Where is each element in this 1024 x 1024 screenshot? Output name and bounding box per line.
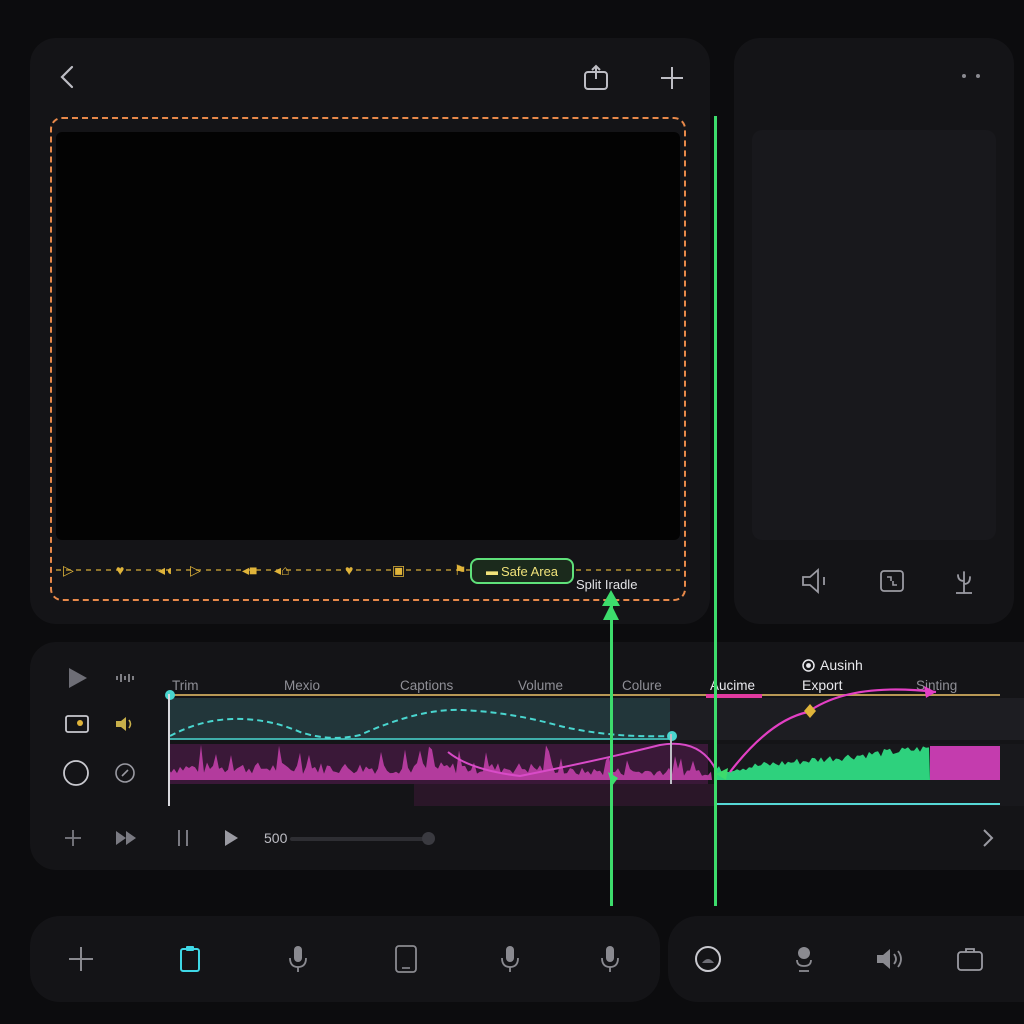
speaker-icon bbox=[802, 568, 825, 594]
track-label-captions[interactable]: Captions bbox=[400, 678, 453, 693]
video-clip[interactable] bbox=[168, 698, 670, 740]
export-button[interactable] bbox=[952, 940, 988, 978]
microphone-icon bbox=[796, 947, 812, 972]
more-button[interactable] bbox=[956, 66, 986, 86]
plus-icon bbox=[661, 67, 683, 89]
plus-icon bbox=[69, 947, 93, 971]
briefcase-icon bbox=[957, 948, 983, 971]
voice-effects-button[interactable] bbox=[788, 940, 820, 978]
audio-record-button[interactable] bbox=[594, 940, 626, 978]
play-icon bbox=[69, 668, 87, 688]
play-icon bbox=[225, 830, 238, 846]
chevron-left-icon bbox=[60, 65, 74, 89]
autotrim-label: Ausinh bbox=[820, 657, 863, 673]
flag-icon: ▬ bbox=[485, 564, 498, 578]
scrubber-track[interactable] bbox=[290, 837, 434, 841]
next-button[interactable] bbox=[976, 824, 1000, 852]
track-label-trim[interactable]: Trim bbox=[172, 678, 199, 693]
chevron-right-icon bbox=[983, 829, 994, 847]
device-button[interactable] bbox=[390, 940, 422, 978]
export-option[interactable]: Export bbox=[802, 677, 842, 693]
stickers-button[interactable] bbox=[690, 940, 726, 978]
autotrim-option[interactable]: Ausinh bbox=[802, 657, 863, 673]
audio-clip[interactable] bbox=[168, 744, 708, 784]
safe-area-toggle[interactable]: ▬ Safe Area bbox=[470, 558, 574, 584]
speaker-marker-icon[interactable]: ◂◖ bbox=[158, 561, 173, 579]
track-label-media[interactable]: Mexio bbox=[284, 678, 320, 693]
voiceover-button[interactable] bbox=[282, 940, 314, 978]
tablet-icon bbox=[395, 945, 417, 973]
split-handle-label: Split Iradle bbox=[576, 577, 638, 592]
microphone-icon bbox=[601, 946, 619, 972]
back-button[interactable] bbox=[52, 62, 82, 92]
add-button[interactable] bbox=[656, 62, 688, 94]
track-baseline bbox=[716, 803, 1000, 805]
bell-marker-icon[interactable]: ◂⌂ bbox=[274, 561, 289, 579]
bottom-add-button[interactable] bbox=[64, 942, 98, 976]
track-label-volume[interactable]: Volume bbox=[518, 678, 563, 693]
speaker-icon bbox=[877, 949, 902, 969]
speaker-icon bbox=[116, 717, 132, 731]
share-icon bbox=[584, 64, 608, 90]
flag-marker-icon[interactable]: ⚑ bbox=[454, 561, 467, 579]
speaker-marker-icon[interactable]: ◂■ bbox=[242, 561, 257, 579]
record-button[interactable] bbox=[58, 756, 94, 790]
play-button[interactable] bbox=[60, 662, 94, 694]
sound-button[interactable] bbox=[872, 940, 908, 978]
sticker-icon bbox=[695, 946, 721, 972]
volume-button[interactable] bbox=[110, 710, 140, 738]
trim-end-line[interactable] bbox=[670, 734, 672, 784]
play-marker-icon[interactable]: ▷ bbox=[63, 561, 74, 579]
waveform-icon bbox=[116, 674, 134, 682]
audio-clip-fade bbox=[414, 784, 714, 806]
timecode: 500 bbox=[264, 830, 288, 846]
microphone-icon bbox=[289, 946, 307, 972]
bottom-toolbar bbox=[30, 916, 660, 1002]
fast-forward-icon bbox=[116, 831, 136, 845]
fast-forward-button[interactable] bbox=[112, 826, 140, 850]
add-clip-button[interactable] bbox=[60, 826, 86, 850]
mic-button[interactable] bbox=[494, 940, 526, 978]
secondary-preview[interactable] bbox=[752, 130, 996, 540]
circle-icon bbox=[63, 760, 89, 786]
pause-button[interactable] bbox=[170, 826, 196, 850]
trim-start-line[interactable] bbox=[168, 694, 170, 806]
crop-button[interactable] bbox=[874, 564, 910, 598]
image-icon bbox=[65, 715, 89, 733]
pause-icon bbox=[178, 830, 188, 846]
play-marker-icon[interactable]: ▷ bbox=[190, 561, 201, 579]
safe-area-frame bbox=[50, 117, 686, 601]
plus-icon bbox=[65, 830, 81, 846]
safe-area-label: Safe Area bbox=[500, 563, 559, 579]
clipboard-button[interactable] bbox=[174, 940, 206, 978]
heart-marker-icon[interactable]: ♥ bbox=[116, 561, 124, 579]
play-small-button[interactable] bbox=[218, 826, 244, 850]
heart-marker-icon[interactable]: ♥ bbox=[345, 561, 353, 579]
microphone-icon bbox=[501, 946, 519, 972]
effects-button[interactable] bbox=[946, 564, 982, 598]
empty-track-area bbox=[670, 698, 1024, 740]
square-marker-icon[interactable]: ▣ bbox=[392, 561, 405, 579]
end-clip-block[interactable] bbox=[930, 746, 1000, 780]
mute-button[interactable] bbox=[796, 564, 832, 598]
snapshot-button[interactable] bbox=[60, 708, 94, 740]
frame-icon bbox=[880, 570, 904, 592]
cactus-icon bbox=[956, 571, 972, 594]
timeline-ruler[interactable] bbox=[168, 694, 1000, 696]
playhead[interactable] bbox=[714, 116, 717, 906]
track-label-color[interactable]: Colure bbox=[622, 678, 662, 693]
clipboard-icon bbox=[180, 946, 200, 972]
gauge-icon bbox=[115, 763, 135, 783]
split-handle[interactable] bbox=[610, 596, 613, 906]
target-icon bbox=[802, 658, 815, 672]
share-button[interactable] bbox=[580, 62, 612, 94]
speed-button[interactable] bbox=[110, 758, 140, 788]
audio-levels-button[interactable] bbox=[110, 666, 140, 690]
more-dots-icon bbox=[962, 74, 980, 78]
track-label-sorting[interactable]: Sinting bbox=[916, 678, 957, 693]
